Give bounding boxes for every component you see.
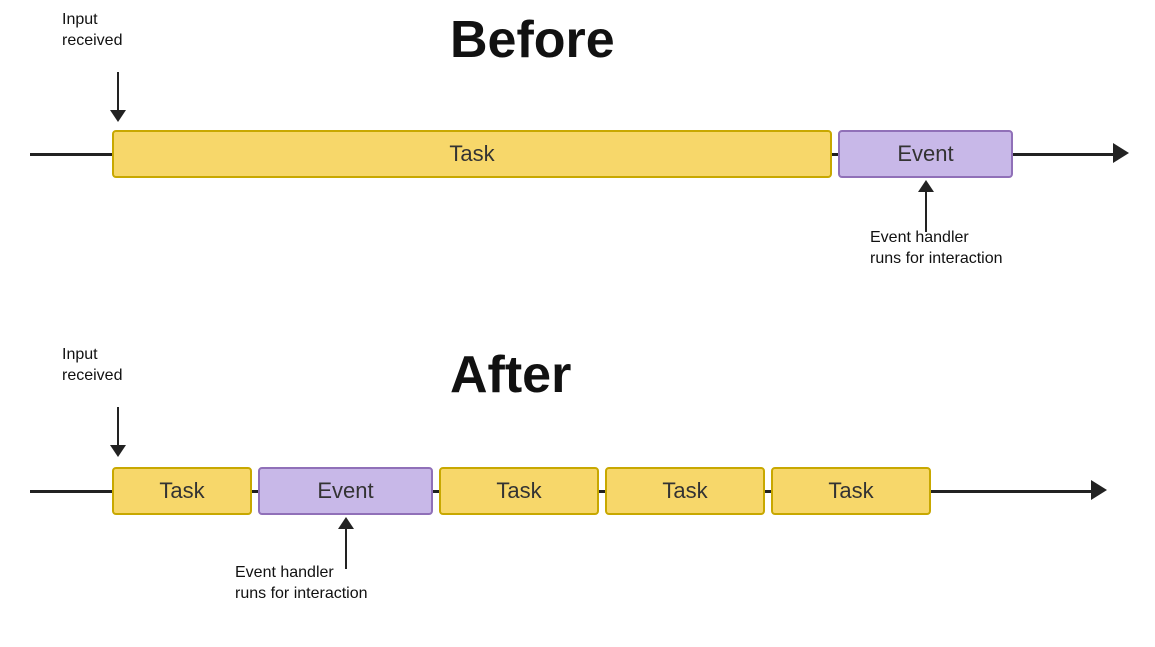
after-input-arrow xyxy=(110,407,126,457)
after-input-label: Inputreceived xyxy=(62,345,122,387)
after-task3-box: Task xyxy=(605,467,765,515)
after-task2-box: Task xyxy=(439,467,599,515)
after-task4-box: Task xyxy=(771,467,931,515)
before-timeline-right xyxy=(1013,153,1113,156)
before-input-label: Inputreceived xyxy=(62,10,122,52)
before-timeline-left xyxy=(30,153,112,156)
after-task1-box: Task xyxy=(112,467,252,515)
before-event-handler-label: Event handlerruns for interaction xyxy=(870,228,1003,270)
before-task-box: Task xyxy=(112,130,832,178)
after-title: After xyxy=(450,345,571,405)
before-event-box: Event xyxy=(838,130,1013,178)
after-timeline-left xyxy=(30,490,112,493)
after-event-box: Event xyxy=(258,467,433,515)
before-event-arrow xyxy=(918,180,934,232)
before-timeline-arrow xyxy=(1113,143,1129,163)
after-event-handler-label: Event handlerruns for interaction xyxy=(235,563,368,605)
after-timeline-right xyxy=(931,490,1091,493)
diagram-container: Before Inputreceived Task Event Event ha… xyxy=(0,0,1155,647)
after-event-arrow xyxy=(338,517,354,569)
after-timeline-arrow xyxy=(1091,480,1107,500)
before-input-arrow xyxy=(110,72,126,122)
before-title: Before xyxy=(450,10,615,70)
